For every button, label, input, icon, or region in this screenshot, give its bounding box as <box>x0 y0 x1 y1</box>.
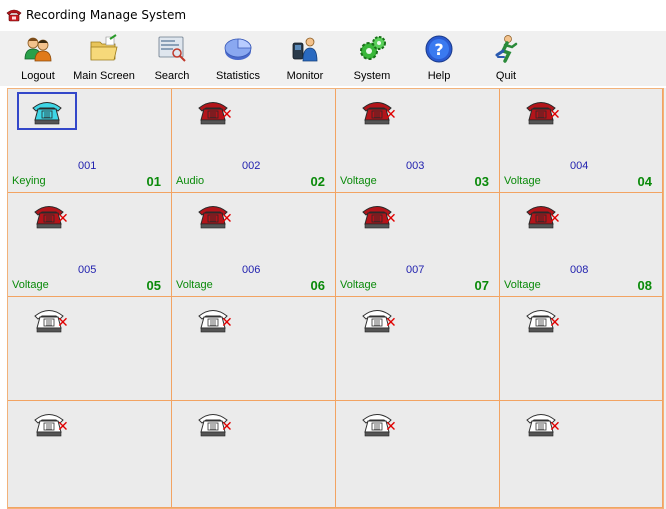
red-telephone-icon <box>6 7 22 23</box>
gears-icon <box>356 33 388 65</box>
channel-status: Voltage <box>340 175 377 187</box>
telephone-icon <box>17 92 77 130</box>
channel-status: Voltage <box>504 175 541 187</box>
system-button[interactable]: System <box>352 33 392 85</box>
quit-label: Quit <box>495 70 517 82</box>
channel-id: 03 <box>474 174 489 189</box>
disconnected-x-icon: ✕ <box>549 419 561 435</box>
channel-id: 07 <box>474 278 489 293</box>
channel-id: 05 <box>146 278 161 293</box>
quit-button[interactable]: Quit <box>486 33 526 85</box>
disconnected-x-icon: ✕ <box>221 315 233 331</box>
disconnected-x-icon: ✕ <box>385 315 397 331</box>
channel-cell[interactable]: ✕ 004 Voltage 04 <box>500 89 663 193</box>
channel-cell[interactable]: 001 Keying 01 <box>8 89 172 193</box>
channel-cell[interactable]: ✕ 005 Voltage 05 <box>8 193 172 297</box>
logout-label: Logout <box>21 70 55 82</box>
folder-icon <box>88 33 120 65</box>
monitor-label: Monitor <box>286 70 324 82</box>
channel-number: 002 <box>242 160 261 172</box>
users-logout-icon <box>22 33 54 65</box>
system-label: System <box>353 70 391 82</box>
channel-status: Voltage <box>12 279 49 291</box>
statistics-button[interactable]: Statistics <box>214 33 262 85</box>
channel-number: 003 <box>406 160 425 172</box>
toolbar: Logout Main Screen Search Statistics Mon… <box>0 30 666 86</box>
main-screen-button[interactable]: Main Screen <box>72 33 136 85</box>
main-screen-label: Main Screen <box>73 70 135 82</box>
disconnected-x-icon: ✕ <box>221 419 233 435</box>
window-title: Recording Manage System <box>26 8 187 22</box>
disconnected-x-icon: ✕ <box>549 211 561 227</box>
channel-status: Voltage <box>504 279 541 291</box>
channel-cell[interactable]: ✕ 008 Voltage 08 <box>500 193 663 297</box>
disconnected-x-icon: ✕ <box>385 211 397 227</box>
channel-id: 01 <box>146 174 161 189</box>
monitor-person-icon <box>289 33 321 65</box>
channel-status: Keying <box>12 175 46 187</box>
channel-cell[interactable]: ✕ 002 Audio 02 <box>172 89 336 193</box>
disconnected-x-icon: ✕ <box>549 315 561 331</box>
disconnected-x-icon: ✕ <box>57 315 69 331</box>
channel-cell[interactable]: ✕ <box>500 401 663 508</box>
monitor-button[interactable]: Monitor <box>285 33 325 85</box>
channel-cell[interactable]: ✕ <box>8 297 172 401</box>
channel-number: 001 <box>78 160 97 172</box>
disconnected-x-icon: ✕ <box>57 419 69 435</box>
channel-number: 008 <box>570 264 589 276</box>
channel-id: 08 <box>637 278 652 293</box>
statistics-label: Statistics <box>215 70 260 82</box>
quit-runner-icon <box>490 33 522 65</box>
channel-cell[interactable]: ✕ 003 Voltage 03 <box>336 89 500 193</box>
channel-cell[interactable]: ✕ <box>172 297 336 401</box>
pie-chart-icon <box>222 33 254 65</box>
channel-id: 02 <box>310 174 325 189</box>
help-button[interactable]: ? Help <box>419 33 459 85</box>
channel-number: 007 <box>406 264 425 276</box>
help-label: Help <box>427 70 451 82</box>
disconnected-x-icon: ✕ <box>221 107 233 123</box>
svg-text:?: ? <box>434 40 443 59</box>
disconnected-x-icon: ✕ <box>385 419 397 435</box>
search-document-icon <box>156 33 188 65</box>
channel-grid: 001 Keying 01 ✕ 002 Audio 02 ✕ 003 Voltage 03 ✕ 004 V… <box>7 88 664 509</box>
channel-id: 04 <box>637 174 652 189</box>
search-label: Search <box>154 70 190 82</box>
channel-number: 006 <box>242 264 261 276</box>
title-bar: Recording Manage System <box>0 0 666 30</box>
disconnected-x-icon: ✕ <box>57 211 69 227</box>
disconnected-x-icon: ✕ <box>221 211 233 227</box>
channel-status: Voltage <box>176 279 213 291</box>
channel-status: Audio <box>176 175 205 187</box>
disconnected-x-icon: ✕ <box>549 107 561 123</box>
search-button[interactable]: Search <box>152 33 192 85</box>
channel-cell[interactable]: ✕ <box>172 401 336 508</box>
channel-cell[interactable]: ✕ 006 Voltage 06 <box>172 193 336 297</box>
disconnected-x-icon: ✕ <box>385 107 397 123</box>
help-icon: ? <box>423 33 455 65</box>
channel-number: 005 <box>78 264 97 276</box>
channel-id: 06 <box>310 278 325 293</box>
channel-cell[interactable]: ✕ <box>500 297 663 401</box>
logout-button[interactable]: Logout <box>18 33 58 85</box>
channel-cell[interactable]: ✕ <box>336 401 500 508</box>
channel-cell[interactable]: ✕ 007 Voltage 07 <box>336 193 500 297</box>
channel-cell[interactable]: ✕ <box>8 401 172 508</box>
channel-status: Voltage <box>340 279 377 291</box>
channel-number: 004 <box>570 160 589 172</box>
channel-cell[interactable]: ✕ <box>336 297 500 401</box>
